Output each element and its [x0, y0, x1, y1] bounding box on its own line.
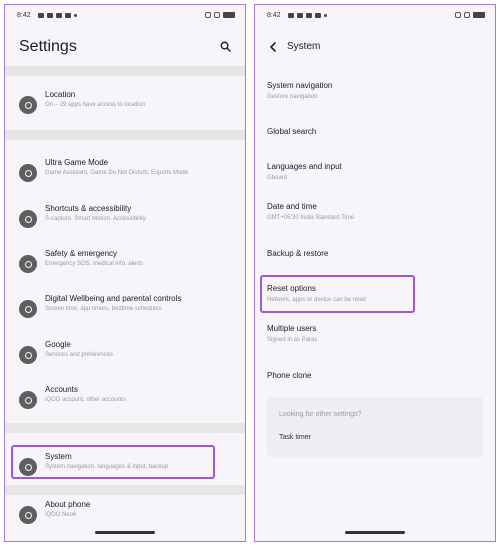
item-label: Safety & emergency: [45, 249, 118, 258]
divider: [5, 130, 245, 140]
settings-item-accounts[interactable]: Accounts iQOO account, other accounts: [5, 380, 245, 420]
gamepad-icon: [19, 164, 37, 182]
linkedin-icon: [288, 13, 294, 18]
item-label: Languages and input: [267, 162, 342, 171]
item-subtitle: On – 29 apps have access to location: [45, 102, 146, 108]
settings-notif-icon: [297, 13, 303, 18]
battery-icon: [223, 12, 235, 18]
system-item-date-time[interactable]: Date and time GMT+05:30 India Standard T…: [267, 202, 485, 221]
item-label: Location: [45, 90, 76, 99]
google-icon: [19, 346, 37, 364]
item-label: Ultra Game Mode: [45, 158, 109, 167]
item-subtitle: Gesture navigation: [267, 94, 318, 100]
location-icon: [19, 96, 37, 114]
more-dot-icon: [74, 14, 77, 17]
status-time: 8:42: [267, 12, 281, 19]
notification-icons: [38, 13, 77, 18]
battery-icon: [473, 12, 485, 18]
item-subtitle: iQOO account, other accounts: [45, 397, 126, 403]
status-bar: 8:42: [5, 5, 245, 27]
item-label: Global search: [267, 127, 317, 136]
settings-item-shortcuts[interactable]: Shortcuts & accessibility S-capture, Sma…: [5, 199, 245, 239]
page-title: Settings: [19, 38, 77, 55]
divider: [5, 66, 245, 76]
wifi-icon: [464, 12, 470, 18]
settings-item-location[interactable]: Location On – 29 apps have access to loc…: [5, 85, 245, 125]
wifi-icon: [214, 12, 220, 18]
item-label: Phone clone: [267, 371, 312, 380]
settings-item-about-phone[interactable]: About phone iQOO Neo6: [5, 495, 245, 535]
system-item-navigation[interactable]: System navigation Gesture navigation: [267, 81, 485, 100]
item-subtitle: iQOO Neo6: [45, 512, 77, 518]
item-label: Date and time: [267, 202, 317, 211]
item-subtitle: Emergency SOS, medical info, alerts: [45, 261, 144, 267]
item-subtitle: S-capture, Smart Motion, Accessibility: [45, 216, 146, 222]
safety-icon: [19, 255, 37, 273]
wellbeing-icon: [19, 300, 37, 318]
item-subtitle: Screen time, app timers, bedtime schedul…: [45, 306, 162, 312]
system-status-icons: [455, 12, 485, 18]
divider: [5, 423, 245, 433]
highlight-box: [11, 445, 215, 479]
alarm-icon: [205, 12, 211, 18]
system-item-languages[interactable]: Languages and input Gboard: [267, 162, 485, 181]
other-settings-card: Looking for other settings? Task timer: [267, 397, 483, 457]
item-subtitle: Services and preferences: [45, 352, 114, 358]
item-label: Digital Wellbeing and parental controls: [45, 294, 182, 303]
gesture-bar[interactable]: [95, 531, 155, 534]
item-label: Backup & restore: [267, 249, 329, 258]
shortcuts-icon: [19, 210, 37, 228]
linkedin-icon: [38, 13, 44, 18]
notification-icons: [288, 13, 327, 18]
system-item-global-search[interactable]: Global search: [267, 127, 485, 136]
youtube-icon: [56, 13, 62, 18]
back-arrow-icon[interactable]: [267, 41, 279, 53]
status-time: 8:42: [17, 12, 31, 19]
highlight-box: [260, 275, 415, 313]
settings-screen: 8:42 Settings Location On – 29 apps have…: [4, 4, 246, 542]
item-label: Accounts: [45, 385, 78, 394]
divider: [5, 485, 245, 495]
settings-item-safety[interactable]: Safety & emergency Emergency SOS, medica…: [5, 244, 245, 284]
item-label: Multiple users: [267, 324, 317, 333]
system-item-backup[interactable]: Backup & restore: [267, 249, 485, 258]
item-subtitle: Gboard: [267, 175, 288, 181]
about-phone-icon: [19, 506, 37, 524]
accounts-icon: [19, 391, 37, 409]
item-label: System navigation: [267, 81, 333, 90]
item-subtitle: GMT+05:30 India Standard Time: [267, 215, 355, 221]
settings-notif-icon: [47, 13, 53, 18]
gesture-bar[interactable]: [345, 531, 405, 534]
other-settings-question: Looking for other settings?: [279, 411, 362, 418]
system-screen: 8:42 System System navigation Gesture na…: [254, 4, 496, 542]
youtube-icon: [306, 13, 312, 18]
status-bar: 8:42: [255, 5, 495, 27]
system-item-phone-clone[interactable]: Phone clone: [267, 371, 485, 380]
page-title: System: [287, 41, 321, 52]
item-subtitle: Game Assistant, Game Do Not Disturb, Esp…: [45, 170, 189, 176]
settings-item-ultra-game-mode[interactable]: Ultra Game Mode Game Assistant, Game Do …: [5, 153, 245, 193]
youtube-icon: [315, 13, 321, 18]
system-item-multiple-users[interactable]: Multiple users Signed in as Paras: [267, 324, 485, 343]
system-status-icons: [205, 12, 235, 18]
task-timer-link[interactable]: Task timer: [279, 434, 311, 441]
youtube-icon: [65, 13, 71, 18]
search-icon[interactable]: [220, 41, 231, 52]
item-subtitle: Signed in as Paras: [267, 337, 318, 343]
item-label: Shortcuts & accessibility: [45, 204, 132, 213]
alarm-icon: [455, 12, 461, 18]
settings-item-digital-wellbeing[interactable]: Digital Wellbeing and parental controls …: [5, 289, 245, 329]
settings-item-google[interactable]: Google Services and preferences: [5, 335, 245, 375]
item-label: About phone: [45, 500, 91, 509]
item-label: Google: [45, 340, 71, 349]
more-dot-icon: [324, 14, 327, 17]
